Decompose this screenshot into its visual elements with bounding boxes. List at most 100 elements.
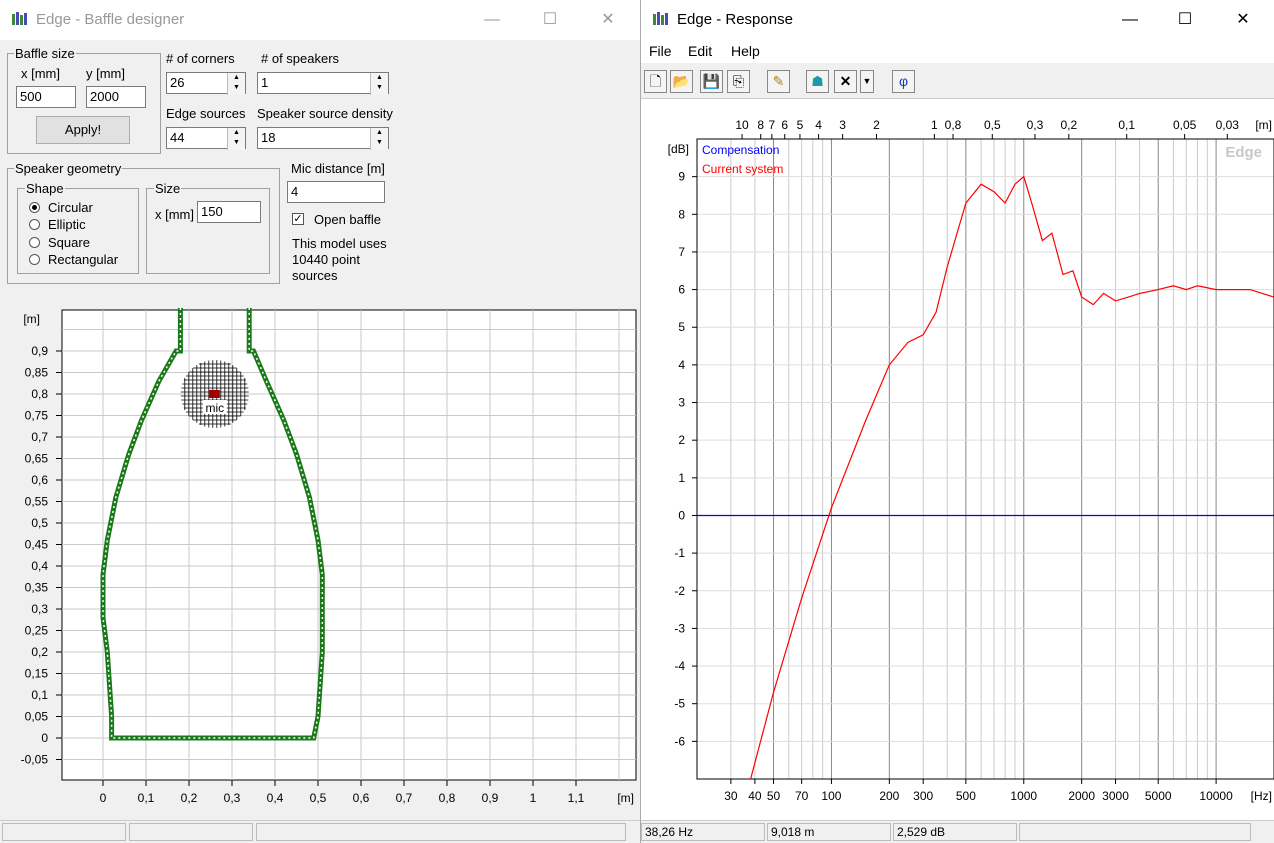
y-tick-label: 0,4 [31,559,48,573]
y-tick-label: 0,2 [31,645,48,659]
x-tick-label: 100 [821,789,841,803]
radio-elliptic[interactable] [29,219,40,230]
top-tick-label: 0,05 [1173,118,1197,132]
status-distance: 9,018 m [767,823,891,841]
radio-circular-label[interactable]: Circular [48,200,93,215]
edge-watermark: Edge [1225,144,1262,161]
compensate-icon[interactable]: ☗ [806,70,829,93]
copy-icon[interactable]: ⎘ [727,70,750,93]
clear-icon[interactable]: ✕ [834,70,857,93]
top-tick-label: 0,3 [1027,118,1044,132]
menu-help[interactable]: Help [731,43,760,59]
y-tick-label: -3 [674,621,685,635]
size-x-label: x [mm] [155,207,194,222]
menu-edit[interactable]: Edit [688,43,712,59]
close-button[interactable]: ✕ [588,8,628,32]
baffle-x-input[interactable]: 500 [16,86,76,108]
shape-label: Shape [25,181,65,196]
y-tick-label: 0,35 [25,581,49,595]
y-tick-label: 0,9 [31,344,48,358]
y-axis-label: [dB] [668,142,689,156]
mic-distance-input[interactable]: 4 [287,181,385,203]
baffle-status-2 [129,823,253,841]
y-tick-label: 0,75 [25,409,49,423]
radio-square-label[interactable]: Square [48,235,90,250]
speaker-density-spin-icon[interactable]: ▲ ▼ [370,128,388,150]
close-button[interactable]: ✕ [1223,8,1263,32]
y-tick-label: 0,15 [25,667,49,681]
x-tick-label: 10000 [1199,789,1233,803]
y-tick-label: 0,6 [31,473,48,487]
x-tick-label: 30 [724,789,738,803]
size-x-input[interactable]: 150 [197,201,261,223]
response-titlebar[interactable]: Edge - Response — ☐ ✕ [641,0,1274,40]
x-tick-label: 0,8 [439,791,456,805]
y-tick-label: 0,1 [31,688,48,702]
x-tick-label: 200 [879,789,899,803]
top-tick-label: 0,8 [945,118,962,132]
minimize-button[interactable]: — [1110,8,1150,32]
status-empty [1019,823,1251,841]
top-tick-label: 0,1 [1118,118,1135,132]
minimize-button[interactable]: — [472,8,512,32]
edge-sources-value: 44 [170,130,185,145]
radio-elliptic-label[interactable]: Elliptic [48,217,86,232]
baffle-designer-window: Edge - Baffle designer — ☐ ✕ Baffle size… [0,0,640,843]
maximize-button[interactable]: ☐ [530,8,570,32]
x-tick-label: 0,5 [310,791,327,805]
y-tick-label: 0 [41,731,48,745]
edge-sources-spinner[interactable]: 44 ▲ ▼ [166,127,246,150]
baffle-titlebar[interactable]: Edge - Baffle designer — ☐ ✕ [0,0,640,40]
radio-circular[interactable] [29,202,40,213]
top-tick-label: 10 [735,118,749,132]
x-tick-label: 50 [767,789,781,803]
speaker-density-spinner[interactable]: 18 ▲ ▼ [257,127,389,150]
edge-app-icon [12,12,27,25]
x-tick-label: 70 [795,789,809,803]
speakers-spin-icon[interactable]: ▲ ▼ [370,73,388,95]
phase-icon[interactable]: φ [892,70,915,93]
dropdown-icon[interactable]: ▼ [860,70,874,93]
apply-button[interactable]: Apply! [36,116,130,144]
y-tick-label: 0,25 [25,624,49,638]
save-icon[interactable]: 💾 [700,70,723,93]
radio-rectangular-label[interactable]: Rectangular [48,252,118,267]
menubar: File Edit Help [641,40,1274,63]
pencil-icon[interactable]: ✎ [767,70,790,93]
x-tick-label: 40 [748,789,762,803]
response-statusbar: 38,26 Hz 9,018 m 2,529 dB [641,820,1274,843]
response-chart[interactable]: 9876543210-1-2-3-4-5-6[dB]30 40 50 70 100 200… [641,99,1274,821]
y-tick-label: 0,45 [25,538,49,552]
open-baffle-checkbox[interactable]: ✓ [292,213,304,225]
toolbar: 🗋 📂 💾 ⎘ ✎ ☗ ✕ ▼ φ [641,64,1274,99]
y-tick-label: 0,5 [31,516,48,530]
baffle-plot[interactable]: 0,9 0,85 0,8 0,75 0,7 0,65 0,6 0,55 0,5 0,45 0,4 0,… [0,305,640,821]
y-tick-label: 0,8 [31,387,48,401]
corners-label: # of corners [166,51,235,66]
response-window-title: Edge - Response [677,11,793,28]
y-tick-label: -6 [674,734,685,748]
edge-sources-spin-icon[interactable]: ▲ ▼ [227,128,245,150]
open-baffle-label[interactable]: Open baffle [314,212,381,227]
radio-rectangular[interactable] [29,254,40,265]
baffle-y-input[interactable]: 2000 [86,86,146,108]
y-tick-label: 0,55 [25,495,49,509]
corners-spin-icon[interactable]: ▲ ▼ [227,73,245,95]
mic-distance-label: Mic distance [m] [291,161,385,176]
x-tick-label: 0,1 [138,791,155,805]
top-tick-label: 8 [757,118,764,132]
speakers-spinner[interactable]: 1 ▲ ▼ [257,72,389,95]
baffle-status-1 [2,823,126,841]
baffle-window-title: Edge - Baffle designer [36,11,185,28]
y-tick-label: -5 [674,697,685,711]
menu-file[interactable]: File [649,43,672,59]
speakers-value: 1 [261,75,269,90]
mic-marker [208,390,220,398]
new-icon[interactable]: 🗋 [644,70,667,93]
maximize-button[interactable]: ☐ [1165,8,1205,32]
y-tick-label: 0,65 [25,452,49,466]
open-icon[interactable]: 📂 [670,70,693,93]
radio-square[interactable] [29,237,40,248]
corners-spinner[interactable]: 26 ▲ ▼ [166,72,246,95]
legend-entry: Compensation [702,143,779,157]
